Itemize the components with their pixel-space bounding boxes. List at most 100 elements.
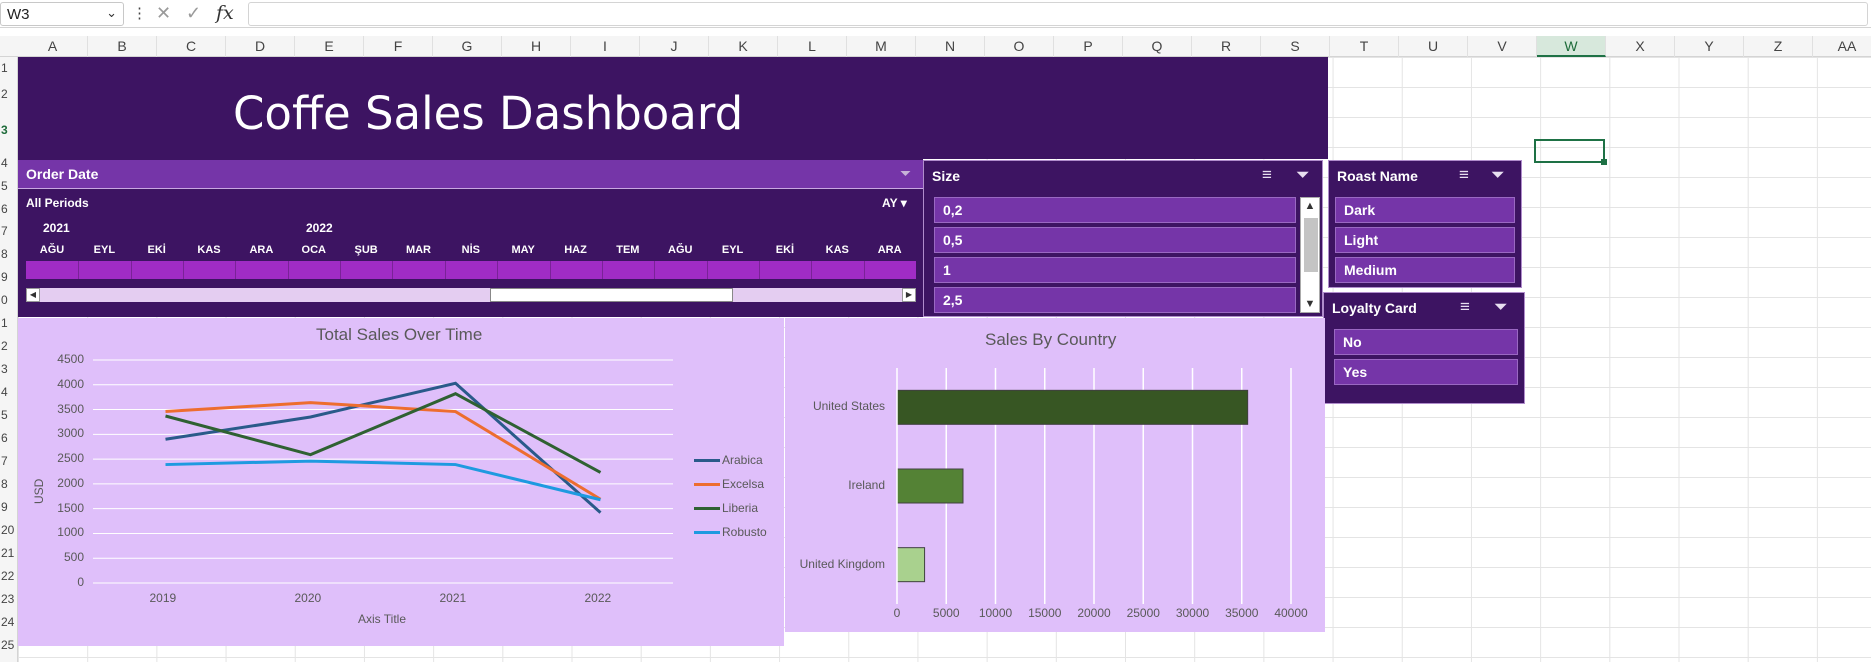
row-header[interactable]: 3 (0, 123, 18, 137)
timeline-month[interactable]: TEM (602, 244, 654, 256)
multi-select-icon[interactable]: ≡ (1459, 165, 1469, 185)
column-header[interactable]: A (18, 36, 88, 57)
column-header[interactable]: N (916, 36, 985, 57)
column-header[interactable]: U (1399, 36, 1468, 57)
column-header[interactable]: X (1606, 36, 1675, 57)
timeline-month[interactable]: EYL (707, 244, 759, 256)
row-header[interactable]: 22 (0, 569, 18, 583)
row-header[interactable]: 5 (0, 179, 18, 193)
row-header[interactable]: 2 (0, 87, 18, 101)
slicer-item[interactable]: Yes (1334, 359, 1518, 385)
scroll-up-icon[interactable]: ▲ (1301, 200, 1319, 212)
column-header[interactable]: H (502, 36, 571, 57)
name-box[interactable]: W3 ⌄ (0, 2, 124, 26)
column-header[interactable]: Z (1744, 36, 1813, 57)
column-header[interactable]: K (709, 36, 778, 57)
row-header[interactable]: 8 (0, 247, 18, 261)
row-header[interactable]: 9 (0, 500, 18, 514)
legend-entry[interactable]: Excelsa (694, 477, 764, 491)
timeline-range-bar[interactable] (26, 261, 916, 279)
column-header[interactable]: AA (1813, 36, 1871, 57)
enter-icon[interactable]: ✓ (186, 3, 201, 24)
slicer-item[interactable]: Medium (1335, 257, 1515, 283)
timeline-month[interactable]: AĞU (654, 244, 706, 256)
row-header[interactable]: 24 (0, 615, 18, 629)
slicer-item[interactable]: 2,5 (934, 287, 1296, 313)
order-date-timeline[interactable]: Order Date ⏷ All Periods AY ▾ 2021 2022 … (18, 159, 923, 317)
column-header[interactable]: W (1537, 36, 1606, 57)
clear-filter-icon[interactable]: ⏷ (1491, 165, 1505, 185)
slicer-item[interactable]: 1 (934, 257, 1296, 283)
roast-name-slicer[interactable]: Roast Name ≡ ⏷ Dark Light Medium (1328, 160, 1522, 288)
timeline-month[interactable]: KAS (183, 244, 235, 256)
timeline-month[interactable]: ARA (235, 244, 287, 256)
timeline-month[interactable]: MAR (392, 244, 444, 256)
insert-function-icon[interactable]: fx (216, 2, 234, 24)
formula-input[interactable] (248, 2, 1868, 26)
row-header[interactable]: 1 (0, 61, 18, 75)
timeline-month[interactable]: ARA (864, 244, 916, 256)
more-options-icon[interactable]: ⋮ (132, 4, 147, 22)
row-header[interactable]: 7 (0, 224, 18, 238)
column-header[interactable]: V (1468, 36, 1537, 57)
bar[interactable] (896, 468, 964, 504)
column-header[interactable]: T (1330, 36, 1399, 57)
column-header[interactable]: C (157, 36, 226, 57)
slicer-item[interactable]: Dark (1335, 197, 1515, 223)
timeline-month[interactable]: KAS (811, 244, 863, 256)
row-header[interactable]: 20 (0, 523, 18, 537)
timeline-scrollbar[interactable]: ◀ ▶ (26, 288, 916, 302)
column-header[interactable]: F (364, 36, 433, 57)
row-header[interactable]: 23 (0, 592, 18, 606)
row-header[interactable]: 3 (0, 362, 18, 376)
timeline-month[interactable]: EYL (78, 244, 130, 256)
series-line-robusto[interactable] (165, 459, 601, 502)
legend-entry[interactable]: Arabica (694, 453, 763, 467)
column-header[interactable]: J (640, 36, 709, 57)
column-header[interactable]: G (433, 36, 502, 57)
timeline-month[interactable]: NİS (445, 244, 497, 256)
timeline-month[interactable]: EKİ (131, 244, 183, 256)
clear-filter-icon[interactable]: ⏷ (1296, 165, 1310, 185)
clear-filter-icon[interactable]: ⏷ (1494, 297, 1508, 317)
size-slicer[interactable]: Size ≡ ⏷ 0,2 0,5 1 2,5 ▲ ▼ (923, 160, 1323, 317)
legend-entry[interactable]: Robusto (694, 525, 767, 539)
row-header[interactable]: 21 (0, 546, 18, 560)
row-header[interactable]: 1 (0, 316, 18, 330)
total-sales-chart[interactable]: Total Sales Over Time Axis Title USD 0 50… (18, 318, 784, 646)
slicer-item[interactable]: No (1334, 329, 1518, 355)
timeline-month[interactable]: ŞUB (340, 244, 392, 256)
row-header[interactable]: 6 (0, 202, 18, 216)
column-header[interactable]: M (847, 36, 916, 57)
selected-cell[interactable] (1534, 139, 1607, 165)
column-header[interactable]: R (1192, 36, 1261, 57)
column-header[interactable]: E (295, 36, 364, 57)
row-header[interactable]: 7 (0, 454, 18, 468)
slicer-scrollbar[interactable]: ▲ ▼ (1300, 197, 1320, 313)
scroll-thumb[interactable] (490, 288, 733, 302)
legend-entry[interactable]: Liberia (694, 501, 758, 515)
column-header[interactable]: P (1054, 36, 1123, 57)
row-header[interactable]: 4 (0, 385, 18, 399)
row-header[interactable]: 25 (0, 638, 18, 652)
column-header[interactable]: D (226, 36, 295, 57)
row-header[interactable]: 4 (0, 156, 18, 170)
time-level-dropdown[interactable]: AY ▾ (882, 196, 907, 210)
scroll-left-icon[interactable]: ◀ (26, 288, 40, 302)
row-header[interactable]: 5 (0, 408, 18, 422)
bar[interactable] (896, 389, 1249, 425)
scroll-thumb[interactable] (1304, 218, 1318, 272)
cancel-icon[interactable]: ✕ (156, 3, 171, 24)
sales-by-country-chart[interactable]: Sales By Country 0 5000 10000 15000 20000 250… (785, 318, 1325, 632)
column-header[interactable]: Y (1675, 36, 1744, 57)
timeline-month[interactable]: MAY (497, 244, 549, 256)
loyalty-card-slicer[interactable]: Loyalty Card ≡ ⏷ No Yes (1323, 292, 1525, 404)
column-header[interactable]: Q (1123, 36, 1192, 57)
bar[interactable] (896, 547, 926, 583)
row-header[interactable]: 9 (0, 270, 18, 284)
multi-select-icon[interactable]: ≡ (1460, 297, 1470, 317)
slicer-item[interactable]: 0,2 (934, 197, 1296, 223)
column-header[interactable]: L (778, 36, 847, 57)
row-header[interactable]: 8 (0, 477, 18, 491)
column-header[interactable]: O (985, 36, 1054, 57)
